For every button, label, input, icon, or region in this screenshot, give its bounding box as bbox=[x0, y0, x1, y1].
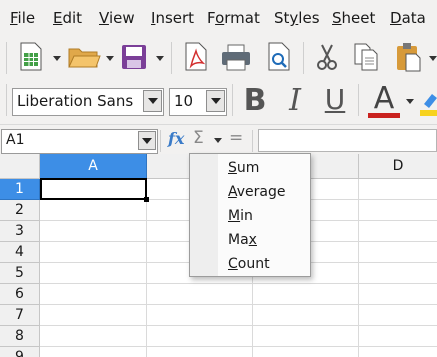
font-size-combobox[interactable]: 10 bbox=[169, 88, 227, 116]
menu-view[interactable]: View bbox=[99, 9, 135, 27]
pdf-icon bbox=[185, 42, 207, 71]
menu-insert[interactable]: Insert bbox=[151, 9, 194, 27]
formula-input[interactable] bbox=[258, 129, 437, 152]
menu-item-count[interactable]: Count bbox=[228, 256, 270, 272]
formula-bar: A1 fx Σ = bbox=[0, 124, 437, 154]
autofill-handle[interactable] bbox=[144, 197, 149, 202]
new-dropdown-arrow[interactable] bbox=[53, 56, 61, 61]
print-button[interactable] bbox=[220, 44, 252, 72]
menu-styles[interactable]: Styles bbox=[274, 9, 320, 27]
highlight-button[interactable] bbox=[420, 92, 437, 118]
menu-item-sum[interactable]: Sum bbox=[228, 160, 259, 176]
italic-button[interactable]: I bbox=[280, 82, 310, 120]
standard-toolbar bbox=[0, 36, 437, 78]
copy-button[interactable] bbox=[352, 42, 380, 72]
menu-item-min[interactable]: Min bbox=[228, 208, 253, 224]
scissors-icon bbox=[317, 44, 337, 70]
formatting-toolbar: Liberation Sans 10 B I U A bbox=[0, 78, 437, 124]
print-preview-button[interactable] bbox=[266, 42, 292, 72]
font-color-dropdown-arrow[interactable] bbox=[406, 99, 414, 104]
cell-reference: A1 bbox=[6, 132, 25, 148]
row-header-9[interactable]: 9 bbox=[0, 347, 40, 357]
row-header-7[interactable]: 7 bbox=[0, 305, 40, 326]
function-wizard-button[interactable]: fx bbox=[168, 129, 184, 148]
copy-icon bbox=[354, 43, 378, 71]
new-spreadsheet-icon bbox=[20, 42, 42, 71]
row-header-2[interactable]: 2 bbox=[0, 200, 40, 221]
bold-button[interactable]: B bbox=[240, 82, 270, 120]
font-name-dropdown-button[interactable] bbox=[143, 90, 162, 112]
highlighter-icon bbox=[420, 94, 437, 116]
menu-file[interactable]: File bbox=[10, 9, 35, 27]
font-color-swatch bbox=[368, 113, 400, 118]
print-preview-icon bbox=[268, 42, 290, 71]
row-header-3[interactable]: 3 bbox=[0, 221, 40, 242]
column-header-d[interactable]: D bbox=[359, 154, 437, 179]
menu-data[interactable]: Data bbox=[390, 9, 426, 27]
font-size-value: 10 bbox=[174, 92, 194, 110]
name-box-dropdown-button[interactable] bbox=[138, 131, 156, 150]
name-box[interactable]: A1 bbox=[1, 129, 158, 154]
open-button[interactable] bbox=[67, 44, 101, 70]
sum-dropdown-arrow[interactable] bbox=[214, 138, 222, 143]
folder-icon bbox=[68, 48, 101, 68]
export-pdf-button[interactable] bbox=[183, 42, 209, 72]
new-spreadsheet-button[interactable] bbox=[18, 42, 44, 72]
select-all-corner[interactable] bbox=[0, 154, 40, 179]
row-header-6[interactable]: 6 bbox=[0, 284, 40, 305]
sum-function-menu: Sum Average Min Max Count bbox=[189, 153, 311, 277]
column-header-a[interactable]: A bbox=[40, 154, 147, 179]
paste-button[interactable] bbox=[394, 42, 422, 72]
row-header-8[interactable]: 8 bbox=[0, 326, 40, 347]
cut-button[interactable] bbox=[313, 43, 341, 71]
sum-button[interactable]: Σ bbox=[193, 128, 204, 148]
underline-button[interactable]: U bbox=[320, 82, 350, 120]
menu-bar: File Edit View Insert Format Styles Shee… bbox=[0, 0, 437, 36]
font-size-dropdown-button[interactable] bbox=[206, 90, 225, 112]
menu-format[interactable]: Format bbox=[207, 9, 260, 27]
menu-edit[interactable]: Edit bbox=[53, 9, 82, 27]
paste-dropdown-arrow[interactable] bbox=[429, 56, 437, 61]
font-name-value: Liberation Sans bbox=[17, 92, 134, 110]
font-color-letter: A bbox=[373, 81, 395, 116]
save-dropdown-arrow[interactable] bbox=[156, 56, 164, 61]
menu-sheet[interactable]: Sheet bbox=[332, 9, 375, 27]
font-name-combobox[interactable]: Liberation Sans bbox=[12, 88, 164, 116]
save-icon bbox=[122, 45, 146, 69]
font-color-button[interactable]: A bbox=[365, 82, 401, 120]
save-button[interactable] bbox=[120, 43, 148, 71]
open-dropdown-arrow[interactable] bbox=[106, 56, 114, 61]
formula-button[interactable]: = bbox=[229, 128, 243, 148]
menu-item-average[interactable]: Average bbox=[228, 184, 286, 200]
active-cell-a1[interactable] bbox=[40, 178, 147, 200]
menu-item-max[interactable]: Max bbox=[228, 232, 257, 248]
row-header-5[interactable]: 5 bbox=[0, 263, 40, 284]
row-header-4[interactable]: 4 bbox=[0, 242, 40, 263]
printer-icon bbox=[222, 44, 250, 71]
row-header-1[interactable]: 1 bbox=[0, 179, 40, 200]
paste-icon bbox=[397, 43, 421, 72]
